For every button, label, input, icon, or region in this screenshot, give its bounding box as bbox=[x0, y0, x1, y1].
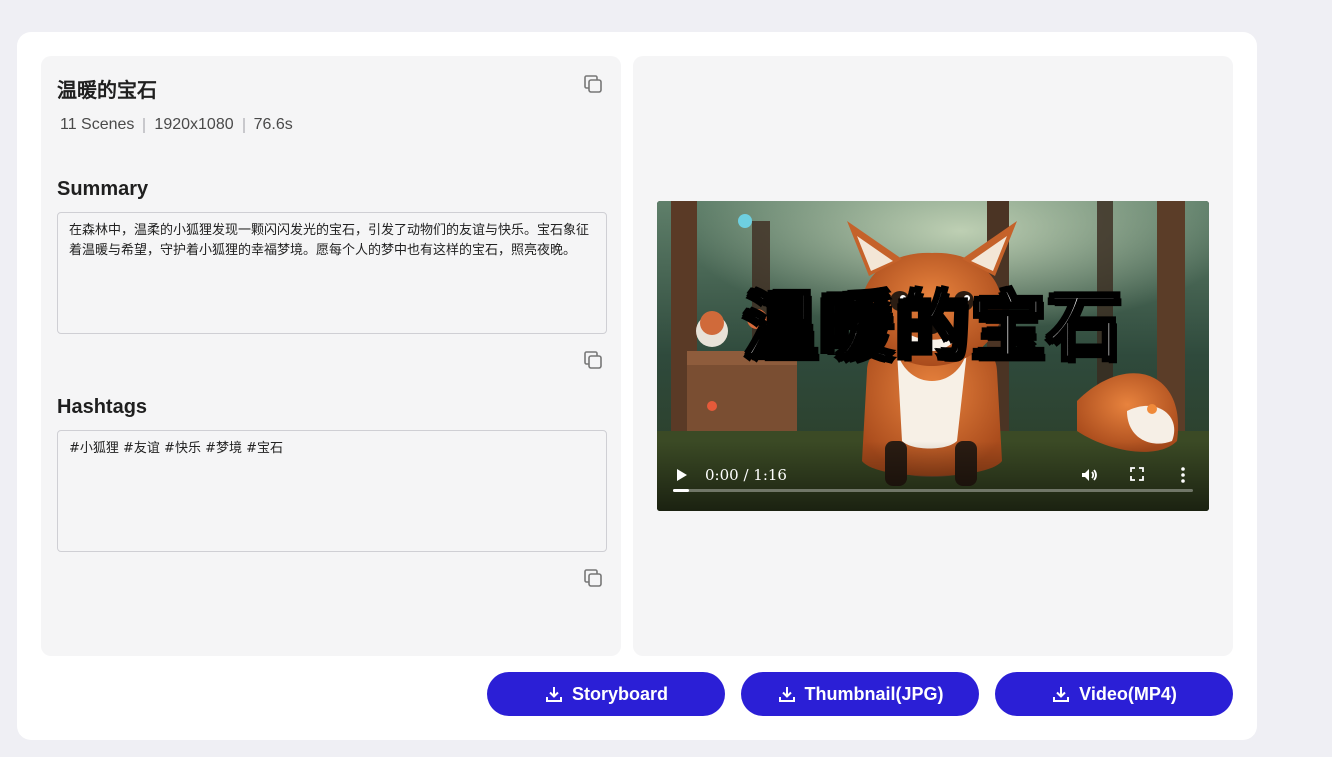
video-progress-bar[interactable] bbox=[673, 489, 1193, 492]
time-display: 0:00 / 1:16 bbox=[705, 466, 787, 484]
fullscreen-icon bbox=[1130, 467, 1144, 481]
more-options-button[interactable] bbox=[1179, 466, 1187, 489]
more-vertical-icon bbox=[1181, 467, 1185, 483]
video-overlay-title: 温暖的宝石 bbox=[742, 283, 1123, 372]
fullscreen-button[interactable] bbox=[1129, 466, 1145, 487]
info-panel: 温暖的宝石 11 Scenes 1920x1080 76.6s Summary … bbox=[41, 56, 621, 656]
meta-divider bbox=[242, 117, 245, 133]
copy-icon bbox=[584, 351, 602, 369]
scene-count: 11 Scenes bbox=[60, 116, 135, 133]
play-icon bbox=[677, 469, 687, 481]
video-controls: 0:00 / 1:16 bbox=[657, 441, 1209, 511]
video-player[interactable]: 温暖的宝石 0:00 / 1:16 bbox=[657, 201, 1209, 511]
play-button[interactable] bbox=[674, 466, 690, 489]
copy-icon bbox=[584, 75, 602, 93]
copy-hashtags-button[interactable] bbox=[581, 566, 605, 590]
download-thumbnail-button[interactable]: Thumbnail(JPG) bbox=[741, 672, 979, 716]
project-meta: 11 Scenes 1920x1080 76.6s bbox=[60, 116, 293, 134]
download-icon bbox=[545, 687, 562, 702]
download-icon bbox=[1053, 687, 1070, 702]
download-storyboard-button[interactable]: Storyboard bbox=[487, 672, 725, 716]
copy-icon bbox=[584, 569, 602, 587]
summary-textarea[interactable]: 在森林中，温柔的小狐狸发现一颗闪闪发光的宝石，引发了动物们的友谊与快乐。宝石象征… bbox=[57, 212, 607, 334]
download-thumbnail-label: Thumbnail(JPG) bbox=[804, 683, 944, 704]
download-storyboard-label: Storyboard bbox=[571, 683, 668, 704]
resolution: 1920x1080 bbox=[154, 116, 234, 133]
hashtags-textarea[interactable]: #小狐狸 #友谊 #快乐 #梦境 #宝石 bbox=[57, 430, 607, 552]
summary-heading: Summary bbox=[57, 178, 149, 200]
copy-title-button[interactable] bbox=[581, 72, 605, 96]
preview-panel: 温暖的宝石 0:00 / 1:16 bbox=[633, 56, 1233, 656]
volume-icon bbox=[1082, 469, 1097, 481]
copy-summary-button[interactable] bbox=[581, 348, 605, 372]
download-icon bbox=[778, 687, 795, 702]
download-video-label: Video(MP4) bbox=[1079, 683, 1177, 704]
hashtags-heading: Hashtags bbox=[57, 396, 148, 418]
meta-divider bbox=[143, 117, 146, 133]
result-card: 温暖的宝石 11 Scenes 1920x1080 76.6s Summary … bbox=[17, 32, 1257, 740]
download-video-button[interactable]: Video(MP4) bbox=[995, 672, 1233, 716]
mute-button[interactable] bbox=[1079, 465, 1099, 490]
video-progress-fill bbox=[673, 489, 689, 492]
duration: 76.6s bbox=[253, 116, 293, 133]
project-title: 温暖的宝石 bbox=[57, 80, 157, 102]
